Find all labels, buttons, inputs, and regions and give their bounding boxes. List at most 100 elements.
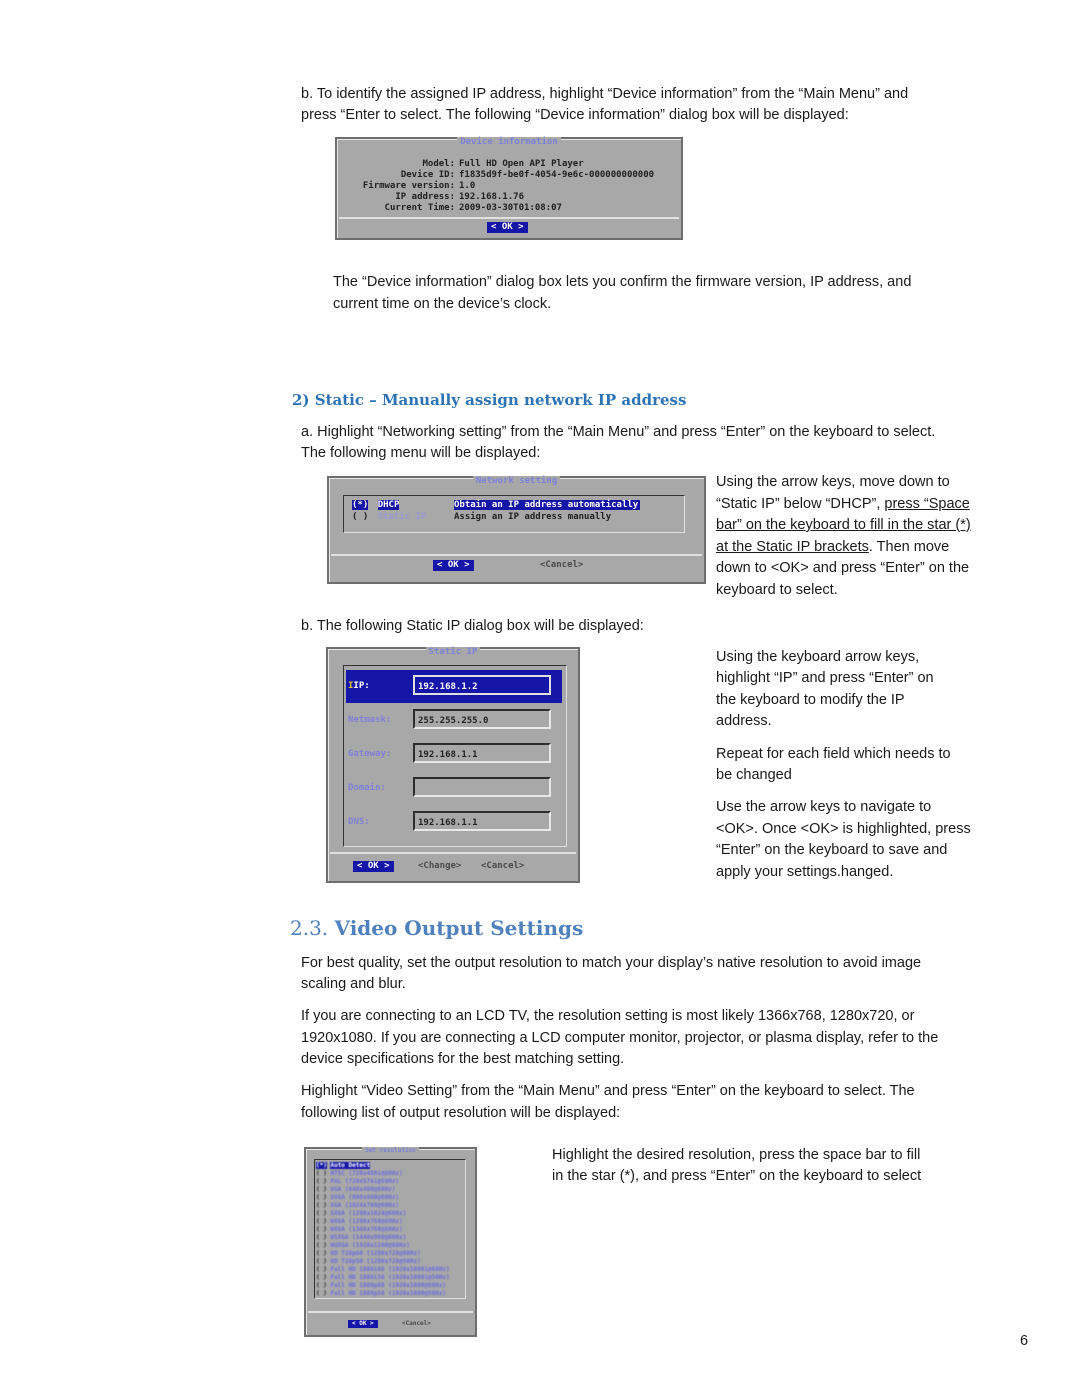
resolution-item[interactable]: ( ) Full HD 1080i60 (1920x1080i@60Hz): [316, 1266, 450, 1274]
radio-unselected[interactable]: ( ): [316, 1186, 330, 1193]
radio-unselected[interactable]: ( ): [316, 1178, 330, 1185]
current-time-label: Current Time:: [384, 203, 455, 213]
radio-unselected[interactable]: ( ): [316, 1218, 330, 1225]
radio-selected[interactable]: (*): [352, 500, 369, 510]
radio-unselected[interactable]: ( ): [352, 512, 368, 522]
note-line: address.: [716, 713, 772, 729]
note-underlined: press “Space: [884, 496, 970, 512]
item-label: PAL (720x576i@50Hz): [330, 1178, 400, 1185]
resolution-item[interactable]: ( ) NTSC (720x480i@60Hz): [316, 1170, 403, 1178]
cancel-button[interactable]: <Cancel>: [402, 1320, 431, 1328]
radio-unselected[interactable]: ( ): [316, 1250, 330, 1257]
resolution-item[interactable]: ( ) VGA (640x480@60Hz): [316, 1186, 395, 1194]
note-line: bar” on the keyboard to fill in the star…: [716, 517, 971, 533]
radio-unselected[interactable]: ( ): [316, 1290, 330, 1297]
gateway-input[interactable]: 192.168.1.1: [413, 743, 551, 763]
radio-unselected[interactable]: ( ): [316, 1274, 330, 1281]
paragraph-line: 1920x1080. If you are connecting a LCD c…: [301, 1030, 939, 1046]
ip-address-value: 192.168.1.76: [459, 192, 525, 202]
ok-button[interactable]: < OK >: [353, 861, 394, 872]
step-b-text-line1: b. To identify the assigned IP address, …: [301, 86, 909, 102]
dialog-title: Set resolution: [362, 1147, 419, 1154]
change-button[interactable]: <Change>: [418, 861, 461, 872]
network-setting-dialog: Network setting (*) DHCP Obtain an IP ad…: [327, 476, 706, 584]
resolution-item[interactable]: ( ) WXGA (1280x768@60Hz): [316, 1218, 403, 1226]
note-line-clipped: apply your settings.hanged.: [716, 862, 893, 879]
resolution-item[interactable]: ( ) Full HD 1080i50 (1920x1080i@50Hz): [316, 1274, 450, 1282]
option-static-ip[interactable]: ( ) Static IP Assign an IP address manua…: [352, 512, 611, 522]
resolution-item[interactable]: ( ) SVGA (800x600@60Hz): [316, 1194, 399, 1202]
note-line: Using the arrow keys, move down to: [716, 474, 950, 490]
note-line: “Static IP” below “DHCP”, press “Space: [716, 494, 970, 516]
radio-unselected[interactable]: ( ): [316, 1282, 330, 1289]
step-b-text-line2: press “Enter to select. The following “D…: [301, 107, 849, 123]
ip-label: IIP:: [348, 681, 370, 691]
item-label: Auto Detect: [330, 1162, 371, 1169]
domain-label: Domain:: [348, 783, 386, 793]
netmask-input[interactable]: 255.255.255.0: [413, 709, 551, 729]
item-label: Full HD 1080p50 (1920x1080@50Hz): [330, 1290, 447, 1297]
note-line: down to <OK> and press “Enter” on the: [716, 560, 970, 576]
note-underlined: at the Static IP brackets: [716, 539, 869, 555]
option-desc: Obtain an IP address automatically: [454, 500, 641, 510]
cancel-button[interactable]: <Cancel>: [481, 861, 524, 872]
paragraph-line: device specifications for the best match…: [301, 1051, 625, 1067]
dns-input[interactable]: 192.168.1.1: [413, 811, 551, 831]
resolution-item[interactable]: ( ) XGA (1024x768@60Hz): [316, 1202, 399, 1210]
radio-unselected[interactable]: ( ): [316, 1266, 330, 1273]
note-text: “Static IP” below “DHCP”,: [716, 496, 885, 512]
option-name: Static IP: [377, 512, 427, 522]
note-text: . Then move: [868, 539, 950, 555]
note-line: highlight “IP” and press “Enter” on: [716, 670, 934, 686]
dialog-title: Static IP: [425, 647, 481, 657]
cancel-button[interactable]: <Cancel>: [540, 560, 583, 571]
device-id-value: f1835d9f-be0f-4054-9e6c-000000000000: [459, 170, 655, 180]
note-line: <OK>. Once <OK> is highlighted, press: [716, 821, 971, 837]
device-info-note-line2: current time on the device’s clock.: [333, 296, 552, 312]
set-resolution-dialog: Set resolution (*) Auto Detect ( ) NTSC …: [304, 1147, 477, 1337]
ok-button[interactable]: < OK >: [348, 1320, 378, 1328]
dialog-title: Network setting: [472, 476, 561, 486]
page-number: 6: [1020, 1333, 1029, 1349]
ip-input[interactable]: 192.168.1.2: [413, 675, 551, 695]
radio-unselected[interactable]: ( ): [316, 1202, 330, 1209]
note-line: Use the arrow keys to navigate to: [716, 799, 932, 815]
side-note-line: Highlight the desired resolution, press …: [552, 1147, 921, 1163]
item-label: HD 720p60 (1280x720@60Hz): [330, 1250, 421, 1257]
resolution-item[interactable]: ( ) Full HD 1080p60 (1920x1080@60Hz): [316, 1282, 446, 1290]
paragraph-line: following list of output resolution will…: [301, 1105, 621, 1121]
step-b-static-text: b. The following Static IP dialog box wi…: [301, 618, 644, 634]
resolution-item[interactable]: ( ) WUXGA (1920x1200@60Hz): [316, 1242, 410, 1250]
paragraph-line: For best quality, set the output resolut…: [301, 955, 922, 971]
radio-unselected[interactable]: ( ): [316, 1170, 330, 1177]
item-label: Full HD 1080i60 (1920x1080i@60Hz): [330, 1266, 450, 1273]
label-text: IP:: [353, 681, 370, 691]
divider: [330, 852, 576, 854]
device-information-dialog: Device information Model: Full HD Open A…: [335, 137, 683, 240]
item-label: NTSC (720x480i@60Hz): [330, 1170, 403, 1177]
radio-unselected[interactable]: ( ): [316, 1242, 330, 1249]
resolution-item[interactable]: ( ) Full HD 1080p50 (1920x1080@50Hz): [316, 1290, 446, 1298]
netmask-label: Netmask:: [348, 715, 392, 725]
domain-input[interactable]: [413, 777, 551, 797]
item-label: Full HD 1080p60 (1920x1080@60Hz): [330, 1282, 447, 1289]
resolution-item[interactable]: ( ) WXGA (1366x768@60Hz): [316, 1226, 403, 1234]
radio-unselected[interactable]: ( ): [316, 1194, 330, 1201]
ok-button[interactable]: < OK >: [487, 222, 528, 233]
resolution-item-auto[interactable]: (*) Auto Detect: [316, 1162, 371, 1170]
radio-unselected[interactable]: ( ): [316, 1234, 330, 1241]
resolution-item[interactable]: ( ) HD 720p50 (1280x720@50Hz): [316, 1258, 421, 1266]
note-line: at the Static IP brackets. Then move: [716, 537, 949, 559]
option-dhcp[interactable]: (*) DHCP Obtain an IP address automatica…: [352, 500, 641, 510]
ok-button[interactable]: < OK >: [433, 560, 474, 571]
resolution-item[interactable]: ( ) PAL (720x576i@50Hz): [316, 1178, 399, 1186]
resolution-item[interactable]: ( ) SXGA (1280x1024@60Hz): [316, 1210, 406, 1218]
resolution-item[interactable]: ( ) HD 720p60 (1280x720@60Hz): [316, 1250, 421, 1258]
firmware-version-label: Firmware version:: [362, 181, 455, 191]
resolution-item[interactable]: ( ) WSXGA (1440x900@60Hz): [316, 1234, 406, 1242]
step-a-text-line1: a. Highlight “Networking setting” from t…: [301, 424, 936, 440]
radio-unselected[interactable]: ( ): [316, 1226, 330, 1233]
item-label: SXGA (1280x1024@60Hz): [330, 1210, 407, 1217]
radio-unselected[interactable]: ( ): [316, 1210, 330, 1217]
radio-unselected[interactable]: ( ): [316, 1258, 330, 1265]
